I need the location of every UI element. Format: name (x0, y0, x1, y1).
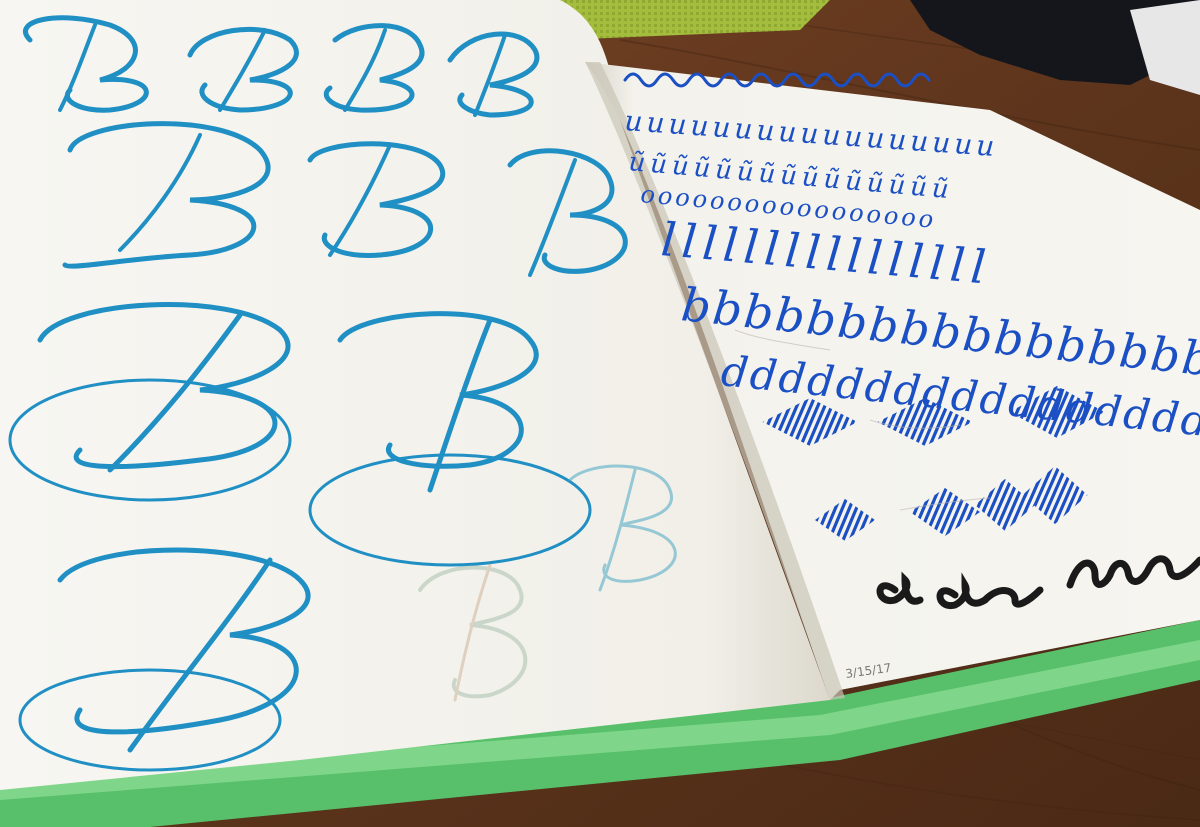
scene-svg: uuuuuuuuuuuuuuuuu ũũũũũũũũũũũũũũũ oooooo… (0, 0, 1200, 827)
photo-scene: uuuuuuuuuuuuuuuuu ũũũũũũũũũũũũũũũ oooooo… (0, 0, 1200, 827)
